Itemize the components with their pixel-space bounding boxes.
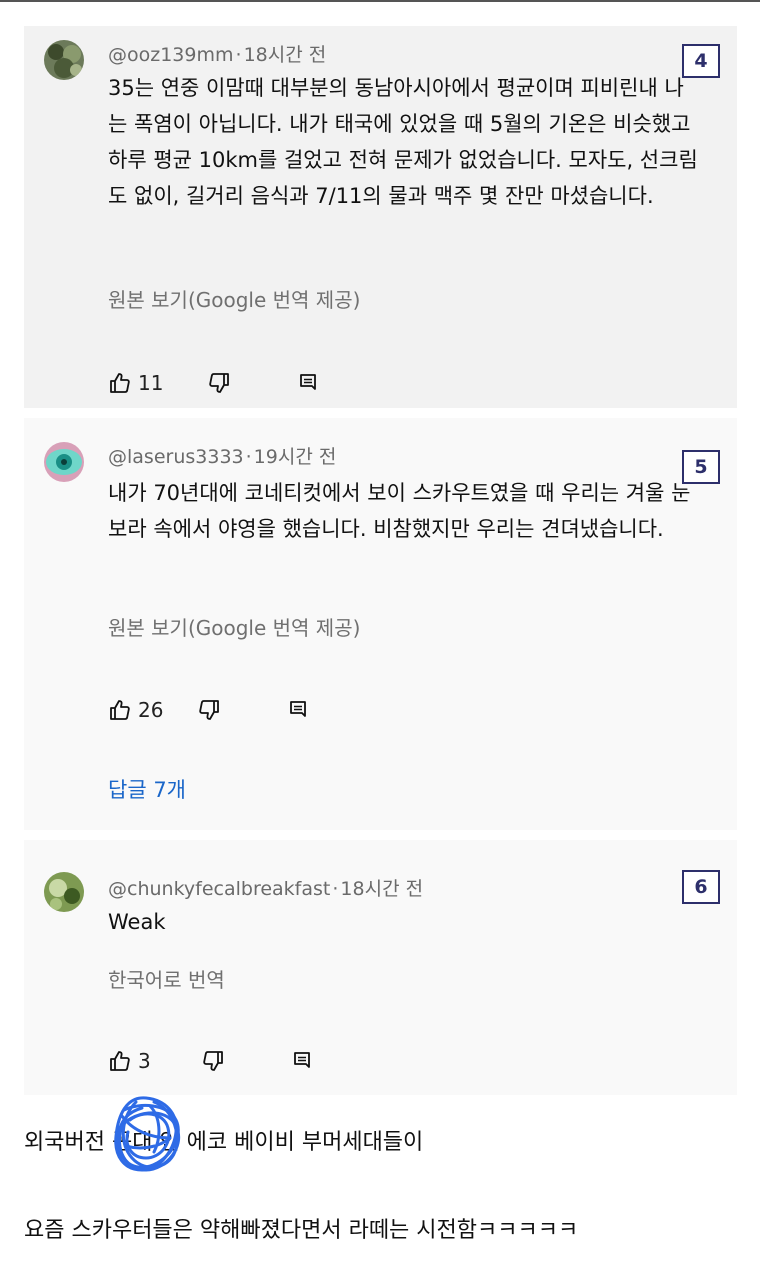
comment-text: 내가 70년대에 코네티컷에서 보이 스카우트였을 때 우리는 겨울 눈보라 속… (108, 481, 691, 541)
caption-line-1: 외국버전 꼰대 인 에코 베이비 부머세대들이 (24, 1130, 424, 1155)
header-separator: · (332, 878, 339, 900)
translate-link[interactable]: 한국어로 번역 (108, 964, 225, 993)
comment-actions: 26 (108, 696, 309, 724)
reply-button[interactable] (291, 1050, 313, 1072)
number-label: 6 (682, 870, 720, 904)
like-button[interactable]: 11 (108, 371, 163, 395)
number-label: 4 (682, 44, 720, 78)
scribble-redaction-mark (114, 1096, 181, 1172)
comment-text: 35는 연중 이맘때 대부분의 동남아시아에서 평균이며 피비린내 나는 폭염이… (108, 76, 698, 208)
replies-link[interactable]: 답글 7개 (108, 774, 186, 804)
comment-time: 18시간 전 (243, 44, 327, 66)
comment-actions: 11 (108, 369, 319, 397)
number-label: 5 (682, 450, 720, 484)
reply-button[interactable] (287, 699, 309, 721)
avatar-image (44, 40, 84, 80)
comment-actions: 3 (108, 1047, 313, 1075)
thumbs-up-icon (110, 373, 130, 393)
comment-time: 18시간 전 (340, 878, 424, 900)
reply-icon (290, 701, 307, 717)
comment-card: @chunkyfecalbreakfast · 18시간 전 Weak 한국어로 번… (24, 840, 737, 1095)
like-count: 11 (138, 371, 164, 395)
comment-text: Weak (108, 910, 166, 934)
dislike-button[interactable] (197, 698, 221, 722)
like-count: 3 (138, 1049, 151, 1073)
reply-icon (293, 1052, 310, 1068)
header-separator: · (245, 446, 252, 468)
thumbs-down-icon (203, 1051, 223, 1071)
caption-line-2: 요즘 스카우터들은 약해빠졌다면서 라떼는 시전함ㅋㅋㅋㅋㅋ (24, 1218, 579, 1243)
like-button[interactable]: 26 (108, 698, 163, 722)
thumbs-up-icon (110, 700, 130, 720)
comment-author[interactable]: @chunkyfecalbreakfast (108, 878, 330, 900)
comment-card: @laserus3333 · 19시간 전 내가 70년대에 코네티컷에서 보이 스… (24, 418, 737, 830)
dislike-button[interactable] (207, 371, 231, 395)
reply-button[interactable] (297, 372, 319, 394)
thumbs-down-icon (199, 700, 220, 720)
comment-author[interactable]: @laserus3333 (108, 446, 244, 468)
avatar-image (44, 442, 84, 482)
comment-card: @ooz139mm · 18시간 전 35는 연중 이맘때 대부분의 동남아시아에서… (24, 26, 737, 408)
translate-link[interactable]: 원본 보기(Google 번역 제공) (108, 284, 360, 313)
avatar[interactable] (44, 40, 84, 80)
comment-header: @laserus3333 · 19시간 전 (108, 442, 336, 469)
avatar-image (44, 872, 84, 912)
comment-header: @chunkyfecalbreakfast · 18시간 전 (108, 874, 423, 901)
thumbs-down-icon (209, 373, 230, 393)
thumbs-up-icon (110, 1051, 130, 1071)
reply-icon (300, 374, 317, 390)
avatar[interactable] (44, 872, 84, 912)
comment-author[interactable]: @ooz139mm (108, 44, 234, 66)
comment-header: @ooz139mm · 18시간 전 (108, 40, 326, 67)
translate-link[interactable]: 원본 보기(Google 번역 제공) (108, 612, 360, 641)
top-divider (0, 0, 760, 2)
like-button[interactable]: 3 (108, 1049, 151, 1073)
comment-time: 19시간 전 (253, 446, 337, 468)
avatar[interactable] (44, 442, 84, 482)
header-separator: · (235, 44, 242, 66)
dislike-button[interactable] (201, 1049, 225, 1073)
like-count: 26 (138, 698, 164, 722)
